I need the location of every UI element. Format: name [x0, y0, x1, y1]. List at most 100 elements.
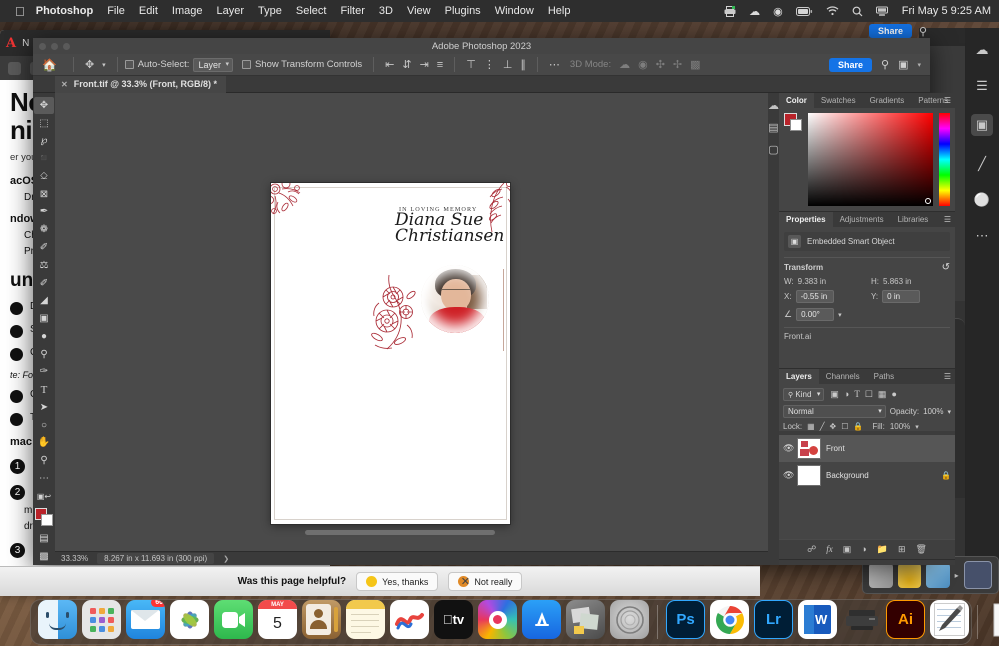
- sliders-icon[interactable]: ☰: [976, 78, 988, 94]
- dock-item-facetime[interactable]: [214, 600, 253, 639]
- battery-icon[interactable]: [796, 7, 813, 16]
- chevron-down-icon[interactable]: ▾: [917, 61, 921, 69]
- align-top-icon[interactable]: ⊤: [466, 58, 476, 71]
- dock-item-calendar[interactable]: MAY 5: [258, 600, 297, 639]
- adjustment-filter-icon[interactable]: ◑: [844, 389, 849, 400]
- clone-stamp-tool[interactable]: ⚖: [34, 257, 54, 274]
- table-row[interactable]: 👁 Front: [779, 435, 955, 462]
- align-bottom-icon[interactable]: ⊥: [503, 58, 513, 71]
- dock-item-document[interactable]: [986, 600, 999, 639]
- color-panel-background[interactable]: [790, 119, 802, 131]
- move-tool-icon[interactable]: ✥: [85, 58, 94, 71]
- background-share-button[interactable]: Share: [869, 24, 912, 38]
- tab-paths[interactable]: Paths: [867, 369, 901, 384]
- pen-tool[interactable]: ✑: [34, 363, 54, 380]
- menubar-clock[interactable]: Fri May 5 9:25 AM: [902, 5, 991, 17]
- layer-lock-icon[interactable]: 🔒: [941, 471, 951, 480]
- color-field[interactable]: [808, 113, 933, 206]
- menu-plugins[interactable]: Plugins: [445, 5, 481, 17]
- path-selection-tool[interactable]: ➤: [34, 399, 54, 416]
- shape-filter-icon[interactable]: ☐: [865, 389, 873, 400]
- document-tab-bar[interactable]: ✕ Front.tif @ 33.3% (Front, RGB/8) *: [33, 76, 930, 93]
- lock-image-icon[interactable]: ╱: [820, 422, 825, 431]
- dock-item-apple-tv[interactable]: tv: [434, 600, 473, 639]
- auto-select-checkbox[interactable]: [125, 60, 134, 69]
- screen-mode-icon[interactable]: ▤: [34, 530, 54, 547]
- menu-file[interactable]: File: [107, 5, 125, 17]
- panel-menu-icon[interactable]: ☰: [944, 96, 951, 105]
- lock-transparent-icon[interactable]: ▦: [807, 422, 815, 431]
- new-group-icon[interactable]: 📁: [877, 544, 888, 555]
- tab-swatches[interactable]: Swatches: [814, 93, 863, 108]
- dock-item-contacts[interactable]: [302, 600, 341, 639]
- more-icon[interactable]: ⋯: [976, 228, 989, 244]
- y-input[interactable]: 0 in: [882, 290, 920, 303]
- properties-panel-body[interactable]: ▣ Embedded Smart Object Transform ↺ W:: [779, 227, 955, 368]
- dock-item-launchpad[interactable]: [82, 600, 121, 639]
- layers-panel[interactable]: Layers Channels Paths ☰ ⚲ Kind: [779, 369, 955, 560]
- close-window-button[interactable]: [39, 43, 46, 50]
- layer-name[interactable]: Front: [826, 444, 951, 453]
- lock-row[interactable]: Lock: ▦ ╱ ✥ ☐ 🔒 Fill: 100% ▾: [783, 422, 951, 431]
- panels-dock[interactable]: ☁ ▤ ▢ Color Swatches Gradients Patterns …: [768, 93, 930, 565]
- panel-menu-icon[interactable]: ☰: [944, 372, 951, 381]
- align-center-horizontal-icon[interactable]: ⇵: [402, 58, 411, 71]
- document-canvas[interactable]: IN LOVING MEMORY Diana Sue Christiansen: [271, 183, 510, 524]
- chevron-down-icon[interactable]: ▾: [915, 423, 919, 431]
- back-icon[interactable]: [8, 62, 21, 75]
- dock-item-illustrator[interactable]: Ai: [886, 600, 925, 639]
- more-options-icon[interactable]: ⋯: [549, 58, 560, 71]
- layer-filter-row[interactable]: ⚲ Kind ▣ ◑ T ☐ ▦ ●: [783, 388, 951, 401]
- layer-style-icon[interactable]: fx: [826, 544, 833, 555]
- eyedropper-tool[interactable]: ✒: [34, 204, 54, 221]
- object-select-tool[interactable]: ◾: [34, 150, 54, 167]
- options-bar-right[interactable]: Share ⚲ ▣ ▾: [829, 58, 925, 72]
- dock-item-mail[interactable]: 60: [126, 600, 165, 639]
- home-icon[interactable]: 🏠: [42, 58, 57, 72]
- menu-type[interactable]: Type: [258, 5, 282, 17]
- apple-icon[interactable]: : [15, 5, 25, 18]
- menu-window[interactable]: Window: [495, 5, 534, 17]
- properties-panel-tabs[interactable]: Properties Adjustments Libraries ☰: [779, 212, 955, 227]
- dock-item-printer-utility[interactable]: [842, 600, 881, 639]
- help-thumbnail-icon[interactable]: [926, 563, 950, 588]
- macos-menubar[interactable]:  Photoshop File Edit Image Layer Type S…: [0, 0, 999, 22]
- healing-brush-icon[interactable]: ╱: [978, 156, 986, 172]
- printer-icon[interactable]: [724, 6, 736, 17]
- dock-item-photoshop[interactable]: Ps: [666, 600, 705, 639]
- brush-tool[interactable]: ✐: [34, 239, 54, 256]
- wifi-thumbnail-icon[interactable]: [898, 563, 922, 588]
- menu-3d[interactable]: 3D: [379, 5, 393, 17]
- ellipse-tool[interactable]: ○: [34, 417, 54, 434]
- blend-mode-dropdown[interactable]: Normal: [783, 405, 886, 418]
- new-layer-icon[interactable]: ⊞: [898, 544, 906, 555]
- cloud-sync-icon[interactable]: ☁: [749, 5, 760, 18]
- close-icon[interactable]: ✕: [61, 80, 68, 89]
- screen-share-icon[interactable]: [876, 6, 888, 17]
- menu-view[interactable]: View: [407, 5, 431, 17]
- canvas-area[interactable]: IN LOVING MEMORY Diana Sue Christiansen: [55, 93, 768, 551]
- photos-thumbnail-icon[interactable]: [869, 563, 893, 588]
- zoom-level[interactable]: 33.33%: [61, 554, 88, 563]
- dodge-tool[interactable]: ⚲: [34, 346, 54, 363]
- color-swatches[interactable]: [35, 508, 53, 526]
- hue-slider[interactable]: [939, 113, 950, 206]
- background-color-swatch[interactable]: [41, 514, 53, 526]
- menu-layer[interactable]: Layer: [216, 5, 244, 17]
- tab-channels[interactable]: Channels: [819, 369, 867, 384]
- background-search-icon[interactable]: ⚲: [919, 25, 927, 38]
- properties-panel[interactable]: Properties Adjustments Libraries ☰ ▣ Emb…: [779, 212, 955, 369]
- blend-mode-row[interactable]: Normal Opacity: 100% ▾: [783, 405, 951, 418]
- layer-name[interactable]: Background: [826, 471, 936, 480]
- align-right-icon[interactable]: ⇥: [420, 58, 429, 71]
- photoshop-window[interactable]: Adobe Photoshop 2023 🏠 ✥ ▾ Auto-Select: …: [33, 38, 930, 565]
- comment-panel-icon[interactable]: ▢: [768, 143, 778, 156]
- cloud-library-icon[interactable]: ☁: [768, 99, 779, 112]
- lock-position-icon[interactable]: ✥: [830, 422, 837, 431]
- distribute-horizontal-icon[interactable]: ≡: [437, 59, 443, 71]
- angle-input[interactable]: 0.00°: [796, 308, 834, 321]
- dock-item-word[interactable]: W: [798, 600, 837, 639]
- type-filter-icon[interactable]: T: [854, 389, 860, 400]
- dock-item-app-store[interactable]: [522, 600, 561, 639]
- transform-x[interactable]: X: -0.55 in: [784, 290, 863, 303]
